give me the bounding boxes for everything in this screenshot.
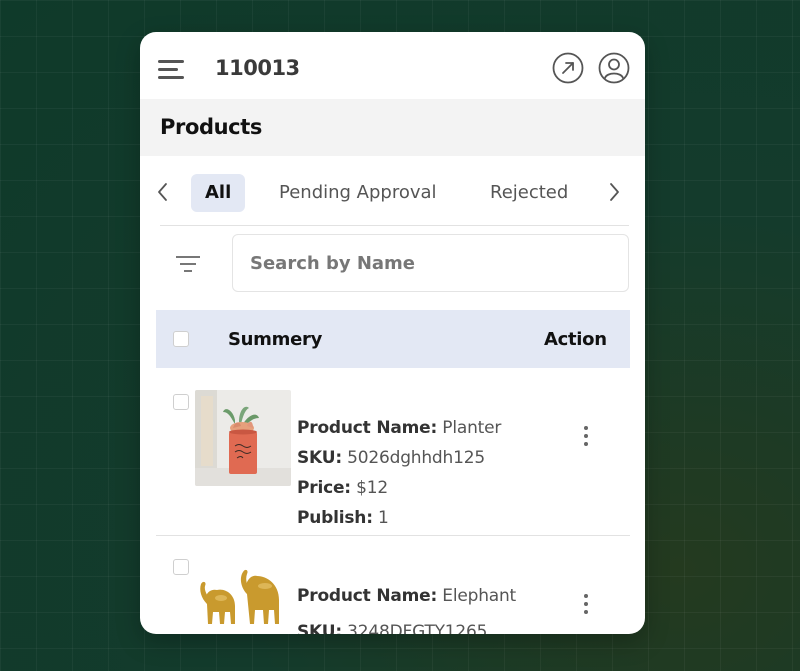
more-options-icon[interactable] [582, 426, 590, 448]
product-name-field: Product Name: Planter [297, 418, 502, 438]
publish-field: Publish: 1 [297, 508, 389, 528]
chevron-right-icon[interactable] [606, 180, 622, 204]
planter-image [195, 390, 291, 486]
sku-field: SKU: 3248DFGTY1265 [297, 622, 488, 634]
tab-pending-approval[interactable]: Pending Approval [265, 174, 451, 212]
chevron-left-icon[interactable] [155, 180, 171, 204]
column-header-summary: Summery [228, 329, 323, 350]
more-options-icon[interactable] [582, 594, 590, 616]
column-header-action: Action [544, 329, 607, 350]
search-box [232, 234, 629, 292]
store-id: 110013 [215, 56, 300, 80]
row-checkbox[interactable] [173, 559, 189, 575]
section-header: Products [140, 99, 645, 156]
search-input[interactable] [233, 235, 628, 291]
external-link-icon[interactable] [552, 52, 584, 84]
row-divider [156, 535, 630, 536]
tab-all[interactable]: All [191, 174, 246, 212]
sku-field: SKU: 5026dghhdh125 [297, 448, 485, 468]
user-profile-icon[interactable] [598, 52, 630, 84]
page-title: Products [160, 115, 262, 139]
tab-rejected[interactable]: Rejected [476, 174, 582, 212]
app-window: 110013 Products All Pending Approval Rej… [140, 32, 645, 634]
select-all-checkbox[interactable] [173, 331, 189, 347]
row-checkbox[interactable] [173, 394, 189, 410]
elephant-figurines-image [195, 554, 291, 634]
tabs-divider [160, 225, 629, 226]
product-name-field: Product Name: Elephant [297, 586, 517, 606]
table-header: Summery Action [156, 310, 630, 368]
price-field: Price: $12 [297, 478, 388, 498]
hamburger-menu-icon[interactable] [158, 60, 186, 80]
filter-icon[interactable] [176, 256, 200, 274]
top-bar: 110013 [140, 32, 645, 99]
